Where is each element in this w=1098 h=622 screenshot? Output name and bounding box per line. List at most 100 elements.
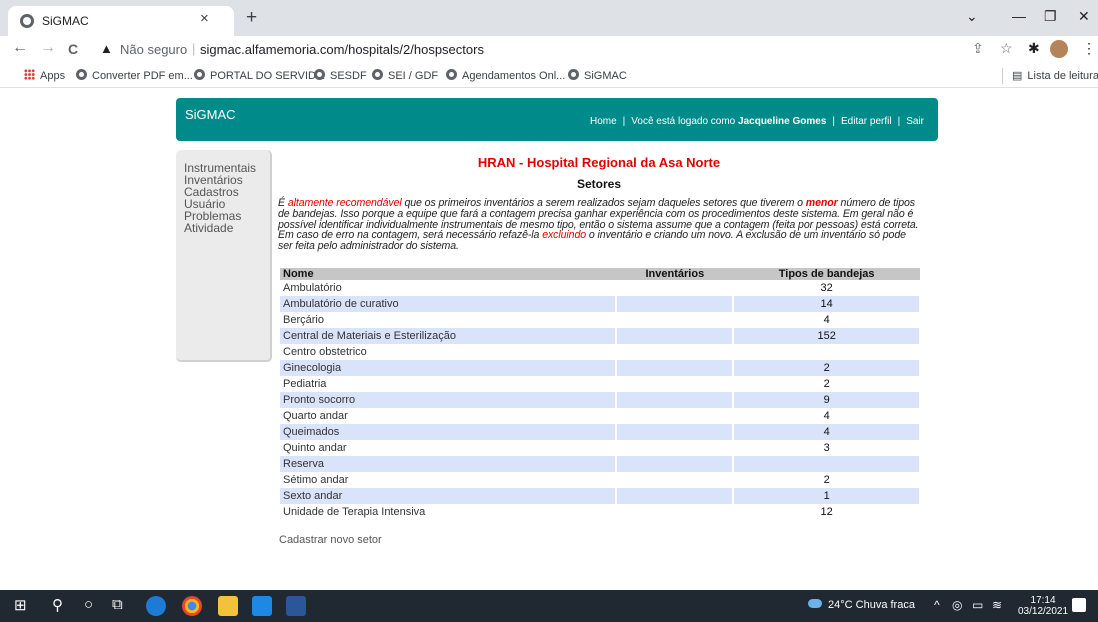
cell-inventarios <box>616 312 735 328</box>
clock-time: 17:14 <box>1030 595 1056 606</box>
address-bar[interactable]: ▲ Não seguro | sigmac.alfamemoria.com/ho… <box>94 38 1024 62</box>
system-clock[interactable]: 17:14 03/12/2021 <box>1018 595 1068 617</box>
cell-nome[interactable]: Central de Materiais e Esterilização <box>280 328 618 344</box>
cell-tipos <box>733 344 921 360</box>
cell-tipos: 14 <box>733 296 921 312</box>
table-header-row: Nome Inventários Tipos de bandejas <box>280 268 920 280</box>
security-label[interactable]: Não seguro <box>120 42 187 57</box>
cell-tipos: 4 <box>733 312 921 328</box>
file-explorer-icon[interactable] <box>218 596 238 616</box>
cell-nome[interactable]: Ginecologia <box>280 360 618 376</box>
cell-nome[interactable]: Quarto andar <box>280 408 618 424</box>
cell-inventarios <box>616 392 735 408</box>
bookmark-apps[interactable]: Apps <box>24 69 65 82</box>
table-row: Ginecologia 2 <box>280 360 921 376</box>
cell-nome[interactable]: Pronto socorro <box>280 392 618 408</box>
table-row: Reserva <box>280 456 921 472</box>
new-sector-link[interactable]: Cadastrar novo setor <box>279 534 382 546</box>
reading-list-button[interactable]: ▤ Lista de leitura <box>1012 69 1098 82</box>
cell-inventarios <box>616 440 735 456</box>
minimize-button[interactable]: — <box>1012 8 1026 24</box>
nav-home-link[interactable]: Home <box>590 116 617 127</box>
cell-nome[interactable]: Queimados <box>280 424 618 440</box>
cell-nome[interactable]: Ambulatório de curativo <box>280 296 618 312</box>
table-row: Pronto socorro 9 <box>280 392 921 408</box>
close-tab-icon[interactable]: × <box>200 10 209 27</box>
wifi-icon[interactable]: ≋ <box>992 598 1002 612</box>
cell-nome[interactable]: Berçário <box>280 312 618 328</box>
bookmark-item[interactable]: Agendamentos Onl... <box>446 69 565 82</box>
menu-icon[interactable]: ⋮ <box>1082 40 1096 57</box>
cell-inventarios <box>616 296 735 312</box>
bookmark-item[interactable]: PORTAL DO SERVID... <box>194 69 325 82</box>
nav-logout-link[interactable]: Sair <box>906 116 924 127</box>
cell-tipos <box>733 456 921 472</box>
windows-taskbar: ⊞ ⚲ ○ ⧉ 24°C Chuva fraca ^ ◎ ▭ ≋ 17:14 0… <box>0 590 1098 622</box>
restore-button[interactable]: ❐ <box>1044 8 1057 25</box>
app-logo[interactable]: SiGMAC <box>185 107 236 122</box>
battery-icon[interactable]: ▭ <box>972 598 983 612</box>
url-text[interactable]: sigmac.alfamemoria.com/hospitals/2/hosps… <box>200 42 484 57</box>
warning-icon: ▲ <box>100 41 113 56</box>
cell-nome[interactable]: Reserva <box>280 456 618 472</box>
cell-tipos: 4 <box>733 424 921 440</box>
reload-button[interactable]: C <box>68 41 78 57</box>
globe-icon <box>76 69 87 80</box>
cell-nome[interactable]: Quinto andar <box>280 440 618 456</box>
cell-nome[interactable]: Sétimo andar <box>280 472 618 488</box>
chevron-up-icon[interactable]: ^ <box>934 598 940 612</box>
url-separator: | <box>192 41 196 56</box>
main-content: HRAN - Hospital Regional da Asa Norte Se… <box>278 155 920 252</box>
tab-title: SiGMAC <box>42 14 89 28</box>
task-view-icon[interactable]: ⧉ <box>112 596 123 613</box>
table-row: Ambulatório de curativo 14 <box>280 296 921 312</box>
bookmark-item[interactable]: SEI / GDF <box>372 69 438 82</box>
browser-tab[interactable]: SiGMAC × <box>8 6 234 36</box>
edge-icon[interactable] <box>146 596 166 616</box>
nav-edit-profile-link[interactable]: Editar perfil <box>841 116 892 127</box>
column-header-nome: Nome <box>280 268 617 280</box>
word-icon[interactable] <box>286 596 306 616</box>
mail-icon[interactable] <box>252 596 272 616</box>
apps-icon <box>24 69 35 80</box>
bookmark-item[interactable]: SiGMAC <box>568 69 627 82</box>
globe-icon <box>568 69 579 80</box>
meet-now-icon[interactable]: ◎ <box>952 598 962 612</box>
cell-nome[interactable]: Ambulatório <box>280 280 618 296</box>
share-icon[interactable]: ⇪ <box>972 40 984 57</box>
cell-inventarios <box>616 472 735 488</box>
bookmarks-divider <box>1002 68 1003 84</box>
bookmark-item[interactable]: Converter PDF em... <box>76 69 193 82</box>
close-window-button[interactable]: ✕ <box>1078 8 1090 25</box>
cell-tipos: 4 <box>733 408 921 424</box>
page-subtitle: Setores <box>576 177 622 191</box>
cell-tipos: 2 <box>733 376 921 392</box>
bookmark-item[interactable]: SESDF <box>314 69 367 82</box>
cell-tipos: 12 <box>733 504 921 520</box>
bookmarks-bar: Apps Converter PDF em... PORTAL DO SERVI… <box>0 64 1098 88</box>
cell-nome[interactable]: Unidade de Terapia Intensiva <box>280 504 618 520</box>
profile-avatar[interactable] <box>1050 40 1068 58</box>
cell-nome[interactable]: Sexto andar <box>280 488 618 504</box>
search-icon[interactable]: ⚲ <box>52 596 63 614</box>
highlight-text: excluindo <box>542 229 587 242</box>
extensions-icon[interactable]: ✱ <box>1028 40 1040 57</box>
cortana-icon[interactable]: ○ <box>84 596 93 613</box>
bookmark-star-icon[interactable]: ☆ <box>1000 40 1013 57</box>
table-row: Quinto andar 3 <box>280 440 921 456</box>
new-tab-button[interactable]: + <box>246 7 257 29</box>
notification-center-icon[interactable] <box>1072 598 1086 612</box>
cell-inventarios <box>616 408 735 424</box>
back-button[interactable]: ← <box>12 39 28 57</box>
windows-start-icon[interactable]: ⊞ <box>14 596 27 614</box>
cell-nome[interactable]: Pediatria <box>280 376 618 392</box>
sidebar-item-atividade[interactable]: Atividade <box>184 222 256 234</box>
cell-nome[interactable]: Centro obstetrico <box>280 344 618 360</box>
forward-button[interactable]: → <box>40 39 56 57</box>
chrome-icon[interactable] <box>182 596 202 616</box>
clock-date: 03/12/2021 <box>1018 606 1069 617</box>
tab-search-icon[interactable]: ⌄ <box>966 8 978 25</box>
weather-widget[interactable]: 24°C Chuva fraca <box>808 599 915 611</box>
browser-tab-strip: SiGMAC × + ⌄ — ❐ ✕ <box>0 0 1098 36</box>
table-row: Pediatria 2 <box>280 376 921 392</box>
